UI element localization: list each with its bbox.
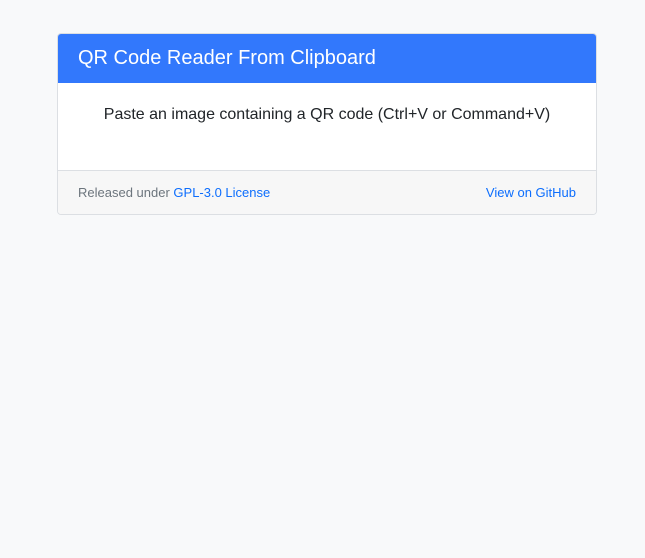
paste-area[interactable]: Paste an image containing a QR code (Ctr… xyxy=(58,83,596,171)
card-footer: Released under GPL-3.0 License View on G… xyxy=(58,171,596,214)
page-title: QR Code Reader From Clipboard xyxy=(78,47,376,69)
license-notice: Released under GPL-3.0 License xyxy=(78,185,270,200)
card-header: QR Code Reader From Clipboard xyxy=(58,34,596,83)
github-link[interactable]: View on GitHub xyxy=(486,185,576,200)
license-link[interactable]: GPL-3.0 License xyxy=(173,185,270,200)
qr-reader-card: QR Code Reader From Clipboard Paste an i… xyxy=(57,33,597,215)
released-under-text: Released under xyxy=(78,185,174,200)
paste-instruction: Paste an image containing a QR code (Ctr… xyxy=(103,106,551,123)
